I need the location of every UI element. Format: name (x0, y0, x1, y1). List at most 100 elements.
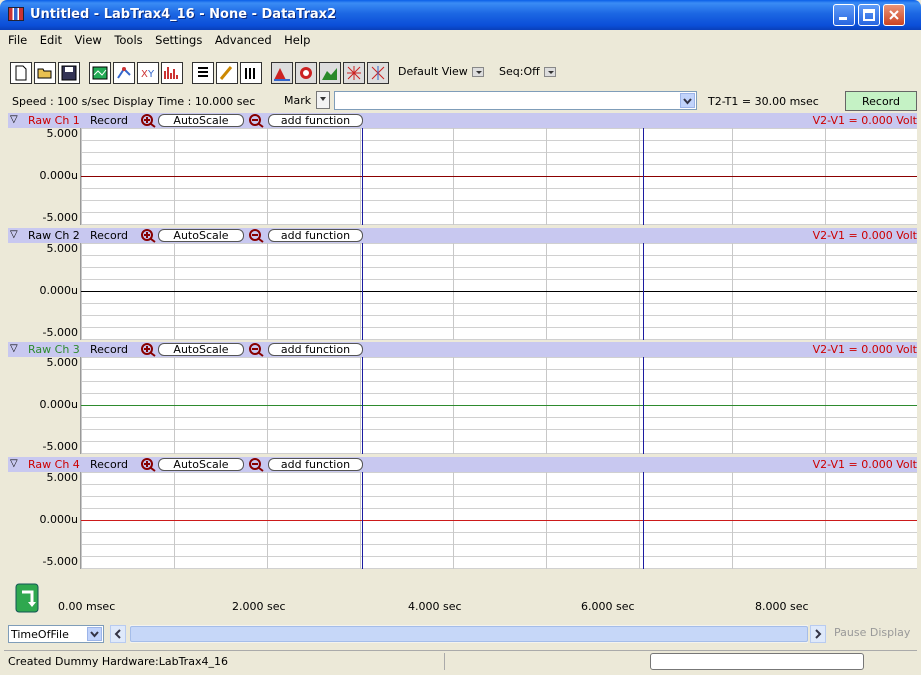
autoscale-button[interactable]: AutoScale (158, 229, 244, 242)
seq-label: Seq:Off (499, 65, 540, 78)
collapse-triangle-icon[interactable]: ▽ (10, 458, 18, 469)
cursor-line-t2[interactable] (643, 128, 644, 225)
fft-icon[interactable] (161, 62, 183, 84)
y-tick-label: -5.000 (42, 555, 78, 568)
seq-dropdown[interactable]: Seq:Off (499, 65, 556, 78)
mark-input[interactable] (334, 91, 697, 110)
wave-icon[interactable] (367, 62, 389, 84)
scrollbar-thumb[interactable] (130, 626, 808, 642)
autoscale-button[interactable]: AutoScale (158, 114, 244, 127)
menu-edit[interactable]: Edit (36, 30, 67, 47)
menu-settings[interactable]: Settings (151, 30, 207, 47)
chevron-down-icon[interactable] (87, 627, 102, 641)
t2-t1-readout: T2-T1 = 30.00 msec (708, 95, 819, 108)
svg-text:Y: Y (147, 69, 155, 80)
zoom-in-icon[interactable] (140, 113, 156, 128)
status-message: Created Dummy Hardware:LabTrax4_16 (8, 655, 228, 668)
add-function-button[interactable]: add function (268, 114, 363, 127)
y-tick-label: 0.000u (39, 169, 78, 182)
window-title: Untitled - LabTrax4_16 - None - DataTrax… (30, 7, 337, 22)
menu-help[interactable]: Help (280, 30, 315, 47)
save-to-file-icon[interactable] (14, 580, 42, 614)
pause-display-button[interactable]: Pause Display (834, 626, 910, 639)
scroll-left-button[interactable] (110, 625, 126, 643)
channel-panel: ▽ Raw Ch 4 Record AutoScale add function… (8, 457, 917, 571)
autoscale-button[interactable]: AutoScale (158, 458, 244, 471)
zoom-in-icon[interactable] (140, 228, 156, 243)
scope-icon[interactable] (89, 62, 111, 84)
status-divider (444, 653, 445, 670)
minimize-button[interactable] (833, 4, 855, 26)
add-function-button[interactable]: add function (268, 229, 363, 242)
y-tick-label: 0.000u (39, 398, 78, 411)
channel-panel: ▽ Raw Ch 2 Record AutoScale add function… (8, 228, 917, 342)
voltage-readout: V2-V1 = 0.000 Volt (812, 229, 917, 242)
signal-trace (81, 405, 917, 406)
menu-view[interactable]: View (71, 30, 107, 47)
channel-name[interactable]: Raw Ch 4 (28, 458, 80, 471)
record-button[interactable]: Record (845, 91, 917, 111)
autoscale-button[interactable]: AutoScale (158, 343, 244, 356)
channel-header: ▽ Raw Ch 4 Record AutoScale add function… (8, 457, 917, 472)
cursor-line-t1[interactable] (362, 128, 363, 225)
channel-plot[interactable] (80, 243, 917, 340)
y-tick-label: 5.000 (46, 471, 79, 484)
zoom-out-icon[interactable] (248, 342, 264, 357)
y-tick-label: 0.000u (39, 284, 78, 297)
list-icon[interactable] (192, 62, 214, 84)
channel-name[interactable]: Raw Ch 2 (28, 229, 80, 242)
histogram-icon[interactable] (240, 62, 262, 84)
cursor-line-t2[interactable] (643, 243, 644, 340)
voltage-readout: V2-V1 = 0.000 Volt (812, 343, 917, 356)
xy-plot-icon[interactable] (113, 62, 135, 84)
channel-plot[interactable] (80, 357, 917, 454)
time-of-file-select[interactable]: TimeOfFile (8, 625, 104, 643)
channel-header: ▽ Raw Ch 2 Record AutoScale add function… (8, 228, 917, 243)
cursor-line-t1[interactable] (362, 243, 363, 340)
zoom-out-icon[interactable] (248, 228, 264, 243)
zoom-in-icon[interactable] (140, 342, 156, 357)
open-folder-icon[interactable] (34, 62, 56, 84)
xy-scatter-icon[interactable]: XY (137, 62, 159, 84)
channel-name[interactable]: Raw Ch 3 (28, 343, 80, 356)
time-tick-label: 6.000 sec (581, 600, 635, 613)
mountain-icon[interactable] (271, 62, 293, 84)
chevron-down-icon[interactable] (680, 93, 695, 108)
area-chart-icon[interactable] (319, 62, 341, 84)
svg-text:X: X (141, 69, 148, 80)
zoom-target-icon[interactable] (295, 62, 317, 84)
cursor-line-t1[interactable] (362, 357, 363, 454)
collapse-triangle-icon[interactable]: ▽ (10, 114, 18, 125)
add-function-button[interactable]: add function (268, 343, 363, 356)
y-tick-label: 0.000u (39, 513, 78, 526)
maximize-button[interactable] (858, 4, 880, 26)
add-function-button[interactable]: add function (268, 458, 363, 471)
pen-icon[interactable] (216, 62, 238, 84)
cursor-line-t1[interactable] (362, 472, 363, 569)
view-dropdown[interactable]: Default View (398, 65, 484, 78)
scroll-right-button[interactable] (810, 625, 826, 643)
horizontal-scrollbar[interactable] (130, 625, 808, 643)
time-tick-label: 0.00 msec (58, 600, 116, 613)
cursor-line-t2[interactable] (643, 357, 644, 454)
save-icon[interactable] (58, 62, 80, 84)
channel-plot[interactable] (80, 128, 917, 225)
channel-record-label: Record (90, 343, 129, 356)
collapse-triangle-icon[interactable]: ▽ (10, 343, 18, 354)
channel-name[interactable]: Raw Ch 1 (28, 114, 80, 127)
zoom-in-icon[interactable] (140, 457, 156, 472)
y-tick-label: -5.000 (42, 211, 78, 224)
new-file-icon[interactable] (10, 62, 32, 84)
zoom-out-icon[interactable] (248, 457, 264, 472)
channel-plot[interactable] (80, 472, 917, 569)
grid-icon[interactable] (343, 62, 365, 84)
menu-advanced[interactable]: Advanced (211, 30, 277, 47)
menu-file[interactable]: File (4, 30, 32, 47)
collapse-triangle-icon[interactable]: ▽ (10, 229, 18, 240)
cursor-line-t2[interactable] (643, 472, 644, 569)
menu-tools[interactable]: Tools (110, 30, 147, 47)
scroll-row: TimeOfFile Pause Display (8, 625, 917, 645)
zoom-out-icon[interactable] (248, 113, 264, 128)
close-button[interactable] (883, 4, 905, 26)
mark-dropdown-button[interactable] (316, 91, 330, 109)
